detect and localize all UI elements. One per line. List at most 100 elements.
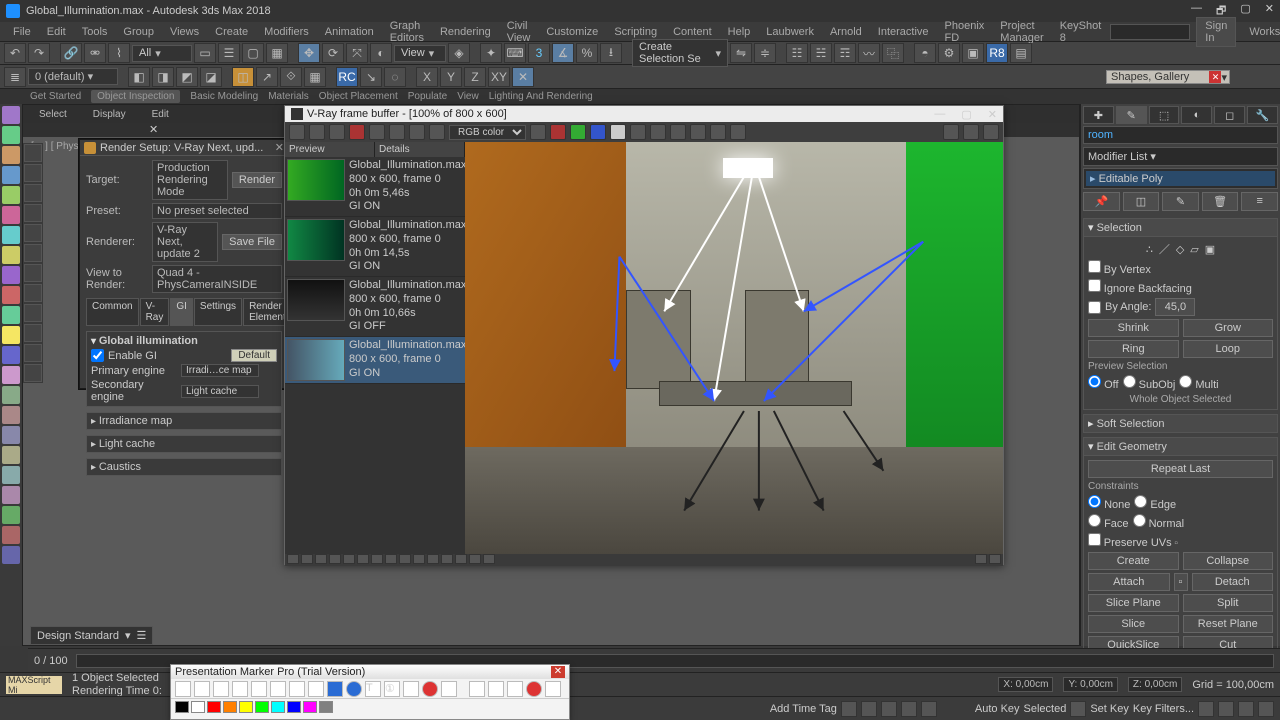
vfb-tool-15[interactable]: [730, 124, 746, 140]
snap-toggle-button[interactable]: 3: [528, 43, 550, 63]
vfb-tool-3[interactable]: [329, 124, 345, 140]
bind-button[interactable]: ⌇: [108, 43, 130, 63]
vp-tab-display[interactable]: Display: [83, 107, 136, 122]
pm-tool-line[interactable]: [251, 681, 267, 697]
link-button[interactable]: 🔗: [60, 43, 82, 63]
menu-views[interactable]: Views: [163, 24, 206, 40]
menu-file[interactable]: File: [6, 24, 38, 40]
tool-c[interactable]: ▦: [304, 67, 326, 87]
slice-button[interactable]: Slice: [1088, 615, 1179, 633]
menu-rendering[interactable]: Rendering: [433, 24, 498, 40]
render-setup-close[interactable]: ✕: [275, 141, 284, 154]
select-scale-button[interactable]: ⤧: [346, 43, 368, 63]
modifier-stack[interactable]: ▸ Editable Poly: [1083, 168, 1278, 189]
attach-button[interactable]: Attach: [1088, 573, 1170, 591]
pm-swatch-5[interactable]: [255, 701, 269, 713]
pm-tool-ellipse[interactable]: [308, 681, 324, 697]
constraint-edge[interactable]: [1134, 495, 1147, 508]
create-button[interactable]: Create: [1088, 552, 1179, 570]
pm-close[interactable]: ✕: [551, 666, 565, 678]
signin-button[interactable]: Sign In: [1196, 17, 1236, 47]
ring-button[interactable]: Ring: [1088, 340, 1179, 358]
pm-swatch-4[interactable]: [239, 701, 253, 713]
ribbon-populate[interactable]: Populate: [408, 91, 447, 102]
vfb-tool-8[interactable]: [429, 124, 445, 140]
irradiance-rollout[interactable]: ▸ Irradiance map: [86, 412, 282, 430]
stack-unique[interactable]: ✎: [1162, 192, 1199, 211]
vp-tab-close[interactable]: ✕: [149, 123, 158, 137]
ref-coord-dropdown[interactable]: View▾: [394, 45, 446, 62]
constraint-normal[interactable]: [1133, 514, 1146, 527]
pm-tool-number[interactable]: ①: [384, 681, 400, 697]
ribbon-materials[interactable]: Materials: [268, 91, 309, 102]
prev-frame[interactable]: [861, 701, 877, 717]
layer-dropdown[interactable]: 0 (default) ▾: [28, 68, 118, 85]
percent-snap-button[interactable]: %: [576, 43, 598, 63]
left-icon-2[interactable]: [2, 126, 20, 144]
coord-rc[interactable]: RC: [336, 67, 358, 87]
pm-swatch-1[interactable]: [191, 701, 205, 713]
curve-editor-button[interactable]: 〰: [858, 43, 880, 63]
left-icon-21[interactable]: [2, 506, 20, 524]
cmd-tab-hierarchy[interactable]: ⬚: [1149, 106, 1180, 124]
menu-laubwerk[interactable]: Laubwerk: [759, 24, 821, 40]
primary-engine-dropdown[interactable]: Irradi…ce map: [181, 364, 259, 377]
rendered-frame-button[interactable]: ▣: [962, 43, 984, 63]
pm-tool-rec2[interactable]: [526, 681, 542, 697]
left-icon-17[interactable]: [2, 426, 20, 444]
pm-tool-clear[interactable]: [507, 681, 523, 697]
vfb-minimize[interactable]: —: [934, 108, 945, 121]
vp-tab-select[interactable]: Select: [29, 107, 77, 122]
layers-tool-3[interactable]: ◩: [176, 67, 198, 87]
snap-tool-6[interactable]: [24, 244, 42, 262]
menu-content[interactable]: Content: [666, 24, 719, 40]
goto-end[interactable]: [921, 701, 937, 717]
vfb-tool-1[interactable]: [289, 124, 305, 140]
pm-swatch-7[interactable]: [287, 701, 301, 713]
tool-d[interactable]: ◌: [384, 67, 406, 87]
cmd-tab-display[interactable]: ◻: [1214, 106, 1245, 124]
left-icon-16[interactable]: [2, 406, 20, 424]
vfb-tool-11[interactable]: [650, 124, 666, 140]
menu-civilview[interactable]: Civil View: [500, 18, 538, 46]
snap-tool-12[interactable]: [24, 364, 42, 382]
vfb-maximize[interactable]: ▢: [961, 108, 971, 121]
tool-b[interactable]: ⟐: [280, 67, 302, 87]
subobj-polygon[interactable]: ▱: [1190, 243, 1198, 256]
repeatlast-button[interactable]: Repeat Last: [1088, 460, 1273, 478]
modifier-list-dropdown[interactable]: Modifier List ▾: [1083, 147, 1278, 166]
ribbon-basic-modeling[interactable]: Basic Modeling: [190, 91, 258, 102]
constraint-none[interactable]: [1088, 495, 1101, 508]
left-icon-11[interactable]: [2, 306, 20, 324]
vfb-channel-dropdown[interactable]: RGB color: [449, 125, 526, 140]
lightcache-rollout[interactable]: ▸ Light cache: [86, 435, 282, 453]
pm-tool-redo[interactable]: [488, 681, 504, 697]
left-icon-20[interactable]: [2, 486, 20, 504]
keyfilters-button[interactable]: Key Filters...: [1133, 703, 1194, 715]
next-frame[interactable]: [901, 701, 917, 717]
goto-start[interactable]: [841, 701, 857, 717]
history-item-2[interactable]: Global_Illumination.max800 x 600, frame …: [285, 277, 465, 337]
named-selection-dropdown[interactable]: Create Selection Se▾: [632, 39, 728, 67]
left-icon-18[interactable]: [2, 446, 20, 464]
ribbon-getstarted[interactable]: Get Started: [30, 91, 81, 102]
ribbon-view[interactable]: View: [457, 91, 479, 102]
cmd-tab-motion[interactable]: ◐: [1181, 106, 1212, 124]
stack-editable-poly[interactable]: ▸ Editable Poly: [1086, 171, 1275, 186]
schematic-view-button[interactable]: ⿻: [882, 43, 904, 63]
use-pivot-button[interactable]: ◈: [448, 43, 470, 63]
pm-swatch-3[interactable]: [223, 701, 237, 713]
left-icon-7[interactable]: [2, 226, 20, 244]
select-region-rect-button[interactable]: ▢: [242, 43, 264, 63]
cmd-tab-modify[interactable]: ✎: [1116, 106, 1147, 124]
enable-gi-checkbox[interactable]: [91, 349, 104, 362]
coord-x[interactable]: X: 0,00cm: [998, 677, 1053, 692]
gi-default-button[interactable]: Default: [231, 349, 277, 362]
select-by-name-button[interactable]: ☰: [218, 43, 240, 63]
menu-tools[interactable]: Tools: [75, 24, 115, 40]
left-icon-14[interactable]: [2, 366, 20, 384]
left-icon-23[interactable]: [2, 546, 20, 564]
left-icon-19[interactable]: [2, 466, 20, 484]
select-object-button[interactable]: ▭: [194, 43, 216, 63]
menu-edit[interactable]: Edit: [40, 24, 73, 40]
